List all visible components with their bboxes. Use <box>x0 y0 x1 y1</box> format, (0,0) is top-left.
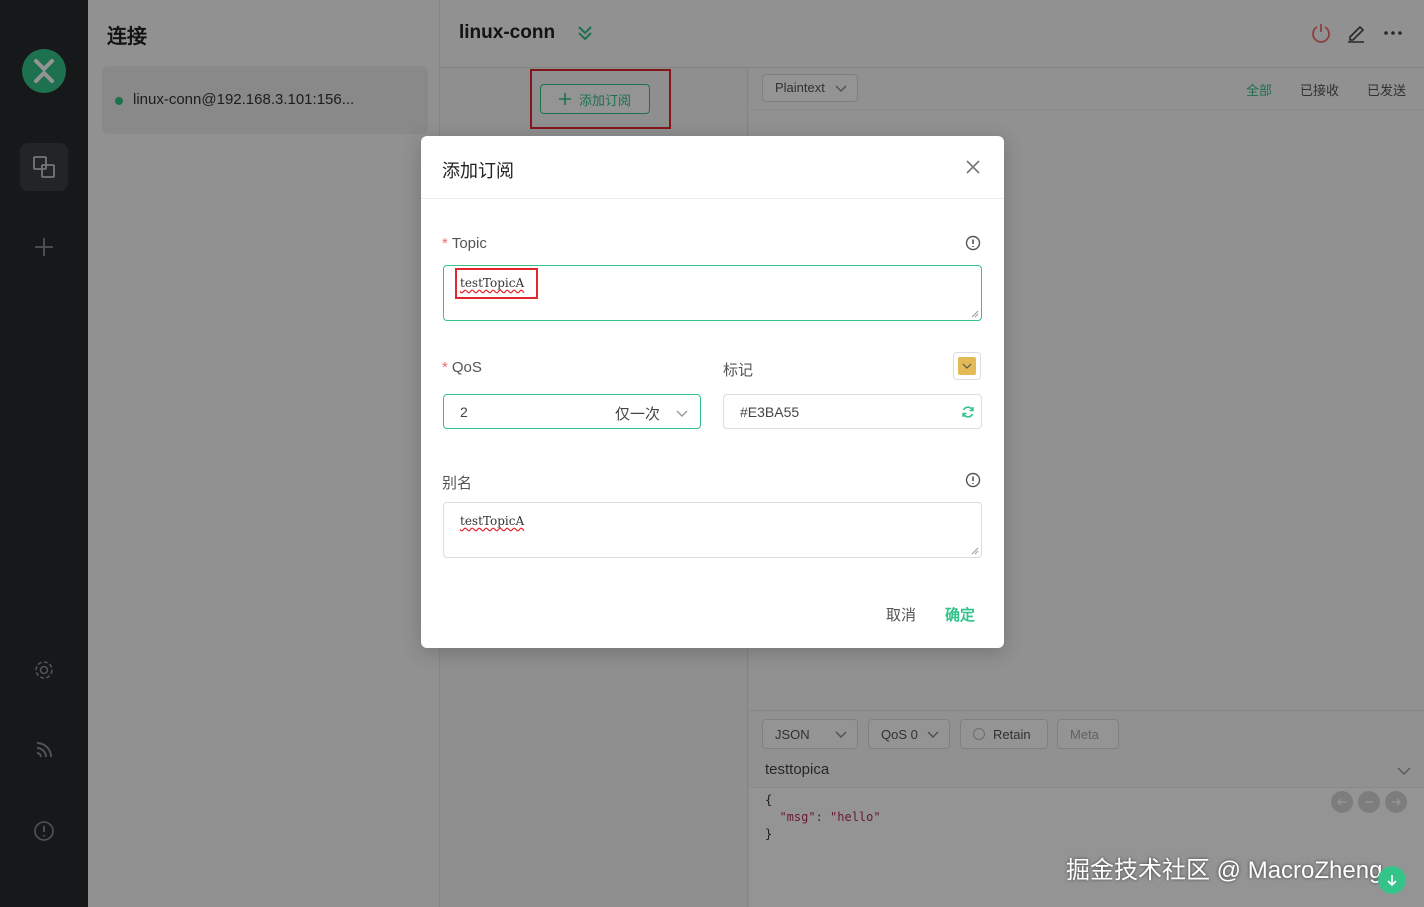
color-value: #E3BA55 <box>740 404 800 420</box>
resize-handle-icon[interactable] <box>971 310 979 318</box>
scroll-down-button[interactable] <box>1378 866 1406 894</box>
qos-label-row: * QoS <box>442 359 482 376</box>
dialog-title: 添加订阅 <box>442 161 514 181</box>
topic-label: Topic <box>451 235 487 252</box>
add-subscription-dialog: 添加订阅 * Topic testTopicA * QoS 2 仅一次 标记 #E3… <box>421 136 1004 648</box>
arrow-down-icon <box>1387 875 1397 886</box>
color-input[interactable]: #E3BA55 <box>723 394 982 429</box>
required-mark: * <box>442 359 448 376</box>
topic-highlight-box <box>455 268 538 299</box>
qos-label: QoS <box>451 359 482 376</box>
qos-description: 仅一次 <box>614 406 660 423</box>
confirm-button[interactable]: 确定 <box>945 604 975 625</box>
alias-input[interactable]: testTopicA <box>443 502 982 558</box>
resize-handle-icon[interactable] <box>971 547 979 555</box>
color-picker[interactable] <box>953 352 981 380</box>
chevron-down-icon <box>676 410 688 417</box>
refresh-icon[interactable] <box>961 405 975 419</box>
close-icon[interactable] <box>964 158 982 176</box>
color-swatch <box>958 357 976 375</box>
chevron-down-icon <box>962 363 972 369</box>
qos-select[interactable]: 2 仅一次 <box>443 394 701 429</box>
topic-label-row: * Topic <box>442 235 487 252</box>
mark-label: 标记 <box>723 362 754 379</box>
info-icon[interactable] <box>965 472 981 488</box>
watermark: 掘金技术社区 @ MacroZheng <box>1066 857 1383 884</box>
info-icon[interactable] <box>965 235 981 251</box>
dialog-header: 添加订阅 <box>421 136 1004 199</box>
cancel-button[interactable]: 取消 <box>886 604 916 625</box>
qos-value: 2 <box>460 404 468 420</box>
alias-label: 别名 <box>442 475 473 492</box>
required-mark: * <box>442 235 448 252</box>
alias-value: testTopicA <box>460 514 525 528</box>
